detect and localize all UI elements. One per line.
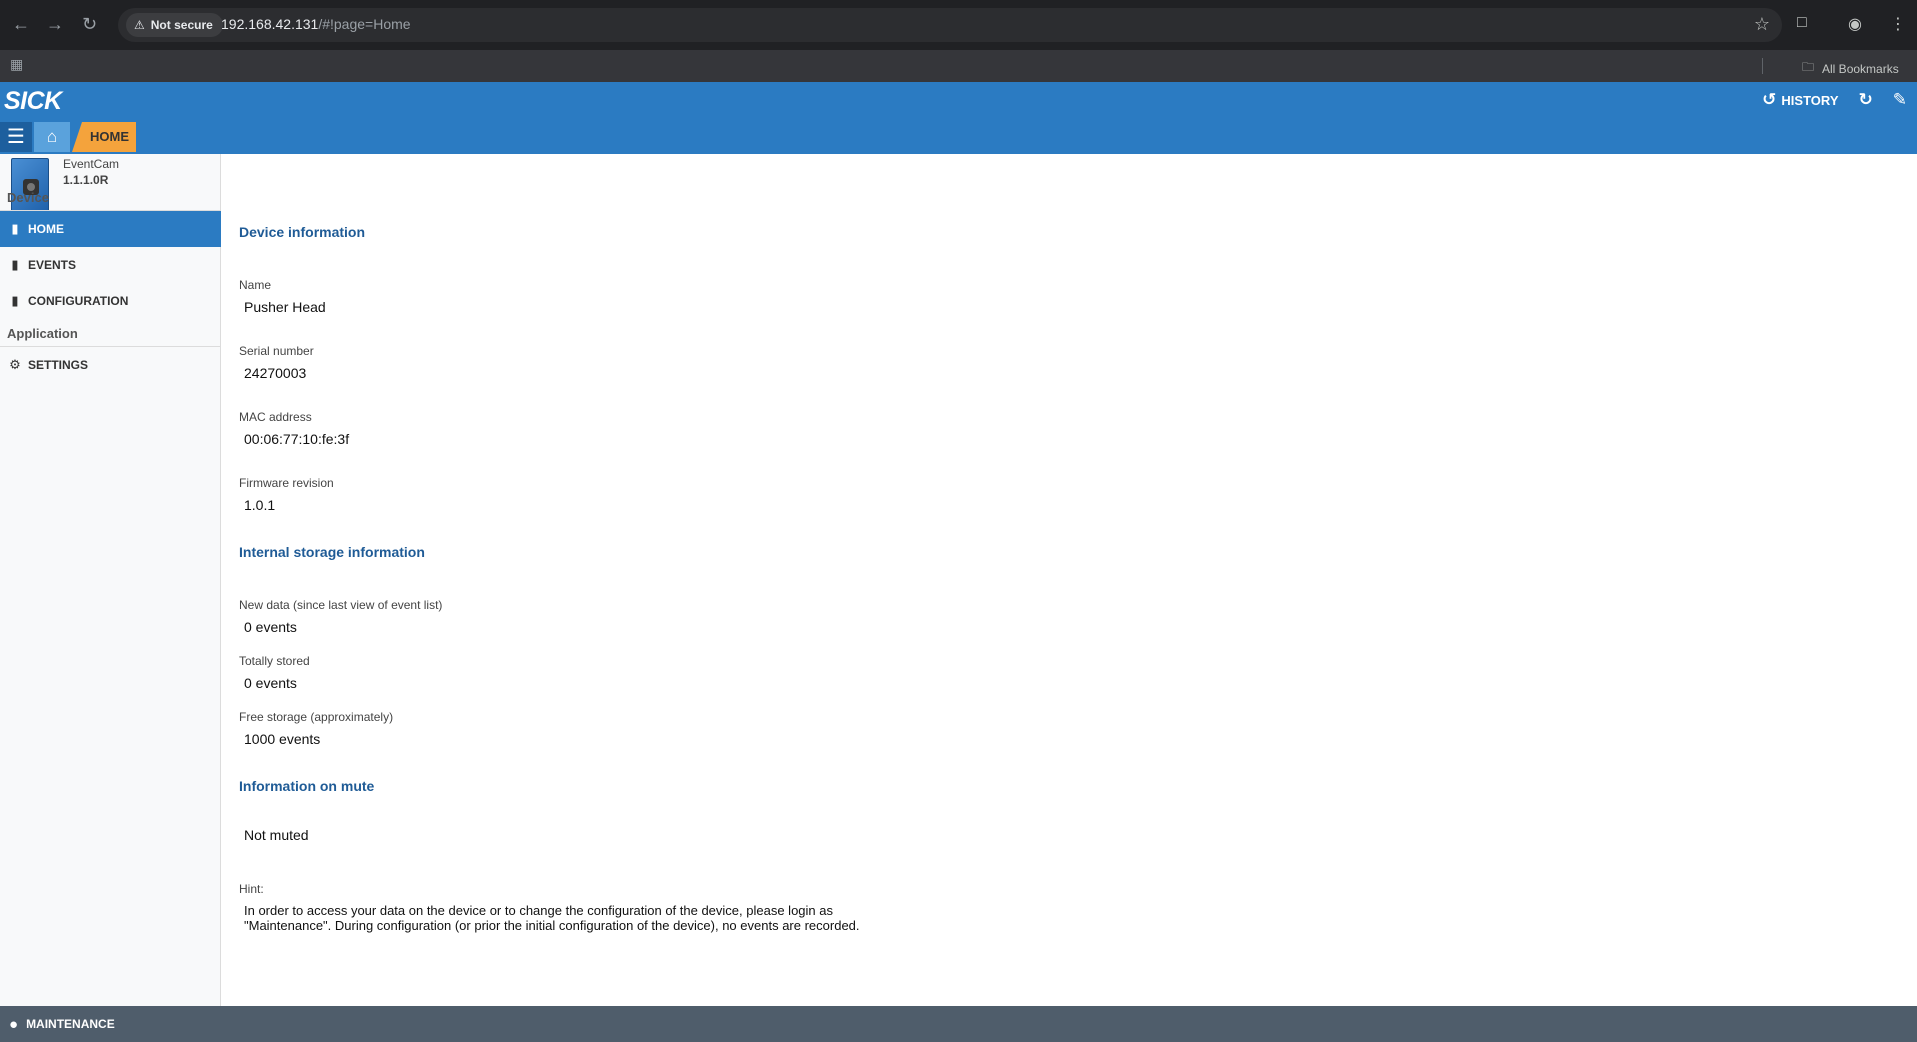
sidebar-section-application: Application — [7, 326, 78, 341]
user-role-label: MAINTENANCE — [26, 1017, 115, 1031]
free-storage-value: 1000 events — [244, 731, 321, 747]
sidebar-item-home[interactable]: ▮ HOME — [0, 211, 221, 247]
sidebar-item-configuration[interactable]: ▮ CONFIGURATION — [0, 283, 221, 319]
storage-info-title: Internal storage information — [239, 544, 425, 560]
warning-icon: ⚠ — [134, 18, 145, 32]
sidebar-item-label: HOME — [28, 222, 64, 236]
new-data-label: New data (since last view of event list) — [239, 598, 443, 612]
address-bar[interactable]: ⚠ Not secure 192.168.42.131/#!page=Home … — [118, 8, 1782, 42]
sidebar-item-events[interactable]: ▮ EVENTS — [0, 247, 221, 283]
url-text[interactable]: 192.168.42.131/#!page=Home — [221, 16, 411, 32]
bookmark-star-icon[interactable]: ☆ — [1754, 14, 1770, 35]
sidebar-item-settings[interactable]: ⚙ SETTINGS — [0, 347, 221, 383]
pencil-icon: ✎ — [1892, 90, 1907, 109]
hint-label: Hint: — [239, 882, 264, 896]
edit-button[interactable]: ✎ — [1893, 90, 1907, 110]
footer-user-bar[interactable]: ● MAINTENANCE — [0, 1006, 1917, 1042]
history-label: HISTORY — [1781, 92, 1839, 108]
header-actions: ↺ HISTORY ↻ ✎ — [1762, 90, 1907, 110]
bookmarks-bar: ▦ 🗀 All Bookmarks — [0, 50, 1917, 82]
name-value: Pusher Head — [244, 299, 326, 315]
folder-icon: 🗀 — [1802, 60, 1815, 74]
page-icon: ▮ — [11, 221, 19, 236]
user-icon: ● — [9, 1015, 19, 1033]
history-button[interactable]: ↺ HISTORY — [1762, 90, 1838, 110]
sick-logo: SICK — [4, 87, 62, 115]
browser-menu-icon[interactable]: ⋮ — [1890, 14, 1906, 34]
security-chip[interactable]: ⚠ Not secure — [126, 13, 223, 37]
bookmarks-divider — [1762, 58, 1763, 74]
url-path: /#!page=Home — [318, 16, 411, 32]
security-label: Not secure — [150, 18, 213, 32]
forward-icon[interactable]: → — [46, 14, 64, 35]
history-icon: ↺ — [1762, 90, 1777, 109]
gears-icon: ⚙ — [9, 357, 21, 372]
main-content: Device information Name Pusher Head Seri… — [222, 154, 1917, 1006]
sidebar-section-device: Device — [7, 190, 49, 205]
serial-label: Serial number — [239, 344, 314, 358]
refresh-icon: ↻ — [1858, 90, 1873, 109]
page-icon: ▮ — [11, 257, 19, 272]
free-storage-label: Free storage (approximately) — [239, 710, 394, 724]
serial-value: 24270003 — [244, 365, 307, 381]
url-host: 192.168.42.131 — [221, 16, 319, 32]
refresh-button[interactable]: ↻ — [1859, 90, 1873, 110]
sidebar-item-label: EVENTS — [28, 258, 77, 272]
firmware-value: 1.0.1 — [244, 497, 276, 513]
camera-device-icon — [11, 158, 49, 218]
sidebar-item-label: SETTINGS — [28, 358, 89, 372]
name-label: Name — [239, 278, 272, 292]
home-icon[interactable]: ⌂ — [34, 122, 70, 152]
firmware-label: Firmware revision — [239, 476, 334, 490]
new-data-value: 0 events — [244, 619, 297, 635]
device-model: EventCam — [63, 157, 120, 171]
total-stored-label: Totally stored — [239, 654, 310, 668]
profile-avatar[interactable]: ◉ — [1848, 14, 1862, 34]
app-header: SICK ↺ HISTORY ↻ ✎ ☰ ⌂ HOME — [0, 82, 1917, 154]
back-icon[interactable]: ← — [12, 14, 30, 35]
extensions-icon[interactable]: □ — [1797, 14, 1807, 32]
mute-status-value: Not muted — [244, 827, 309, 843]
hint-text: In order to access your data on the devi… — [244, 903, 860, 933]
device-info-title: Device information — [239, 224, 366, 240]
total-stored-value: 0 events — [244, 675, 297, 691]
browser-toolbar: ← → ↻ ⚠ Not secure 192.168.42.131/#!page… — [0, 0, 1917, 50]
sidebar: EventCam 1.1.1.0R Device ▮ HOME ▮ EVENTS… — [0, 154, 221, 1006]
device-version: 1.1.1.0R — [63, 173, 109, 187]
mute-info-title: Information on mute — [239, 778, 375, 794]
all-bookmarks-label: All Bookmarks — [1822, 61, 1899, 76]
breadcrumb-home[interactable]: HOME — [72, 122, 136, 152]
mac-value: 00:06:77:10:fe:3f — [244, 431, 350, 447]
mac-label: MAC address — [239, 410, 312, 424]
page-icon: ▮ — [11, 293, 19, 308]
apps-grid-icon[interactable]: ▦ — [10, 56, 23, 73]
sidebar-item-label: CONFIGURATION — [28, 294, 129, 308]
all-bookmarks-button[interactable]: 🗀 All Bookmarks — [1802, 58, 1899, 79]
reload-icon[interactable]: ↻ — [82, 14, 97, 35]
hamburger-menu-icon[interactable]: ☰ — [0, 122, 32, 152]
